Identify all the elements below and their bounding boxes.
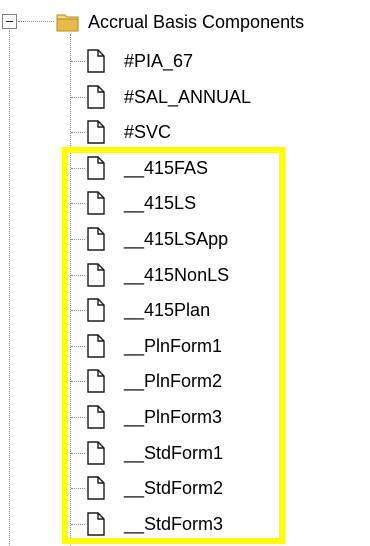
tree-guide-line bbox=[71, 345, 85, 347]
tree-guide-line bbox=[71, 167, 85, 169]
tree-guide-line bbox=[71, 381, 85, 383]
tree-guide-line bbox=[71, 523, 85, 525]
tree-node-label: Accrual Basis Components bbox=[88, 12, 305, 32]
tree-guide-line bbox=[71, 417, 85, 418]
document-icon bbox=[86, 84, 110, 109]
tree-guide-line bbox=[71, 239, 85, 240]
tree-node-item[interactable]: #SVC bbox=[86, 116, 171, 148]
tree-node-accrual-basis-components[interactable]: Accrual Basis Components bbox=[56, 6, 304, 38]
tree-node-label: #PIA_67 bbox=[124, 51, 194, 71]
tree-guide-line bbox=[9, 30, 10, 546]
tree-guide-line bbox=[71, 61, 85, 62]
tree-guide-line bbox=[71, 132, 85, 134]
tree-guide-line bbox=[71, 274, 85, 276]
collapse-toggle[interactable] bbox=[2, 14, 17, 29]
highlight-box bbox=[62, 147, 285, 544]
document-icon bbox=[86, 49, 110, 73]
tree-guide-line bbox=[71, 452, 85, 454]
tree-view: Accrual Basis Components #PIA_67 #SAL_ANN… bbox=[0, 0, 370, 546]
tree-guide-line bbox=[71, 488, 85, 490]
tree-node-item[interactable]: #PIA_67 bbox=[86, 45, 193, 77]
tree-node-item[interactable]: #SAL_ANNUAL bbox=[86, 81, 251, 113]
tree-node-label: #SVC bbox=[124, 122, 172, 143]
tree-guide-line bbox=[18, 21, 54, 22]
tree-guide-line bbox=[71, 310, 85, 312]
folder-icon bbox=[56, 10, 80, 34]
tree-guide-line bbox=[71, 96, 85, 98]
tree-node-label: #SAL_ANNUAL bbox=[124, 86, 252, 107]
document-icon bbox=[86, 120, 110, 144]
tree-guide-line bbox=[71, 203, 85, 205]
